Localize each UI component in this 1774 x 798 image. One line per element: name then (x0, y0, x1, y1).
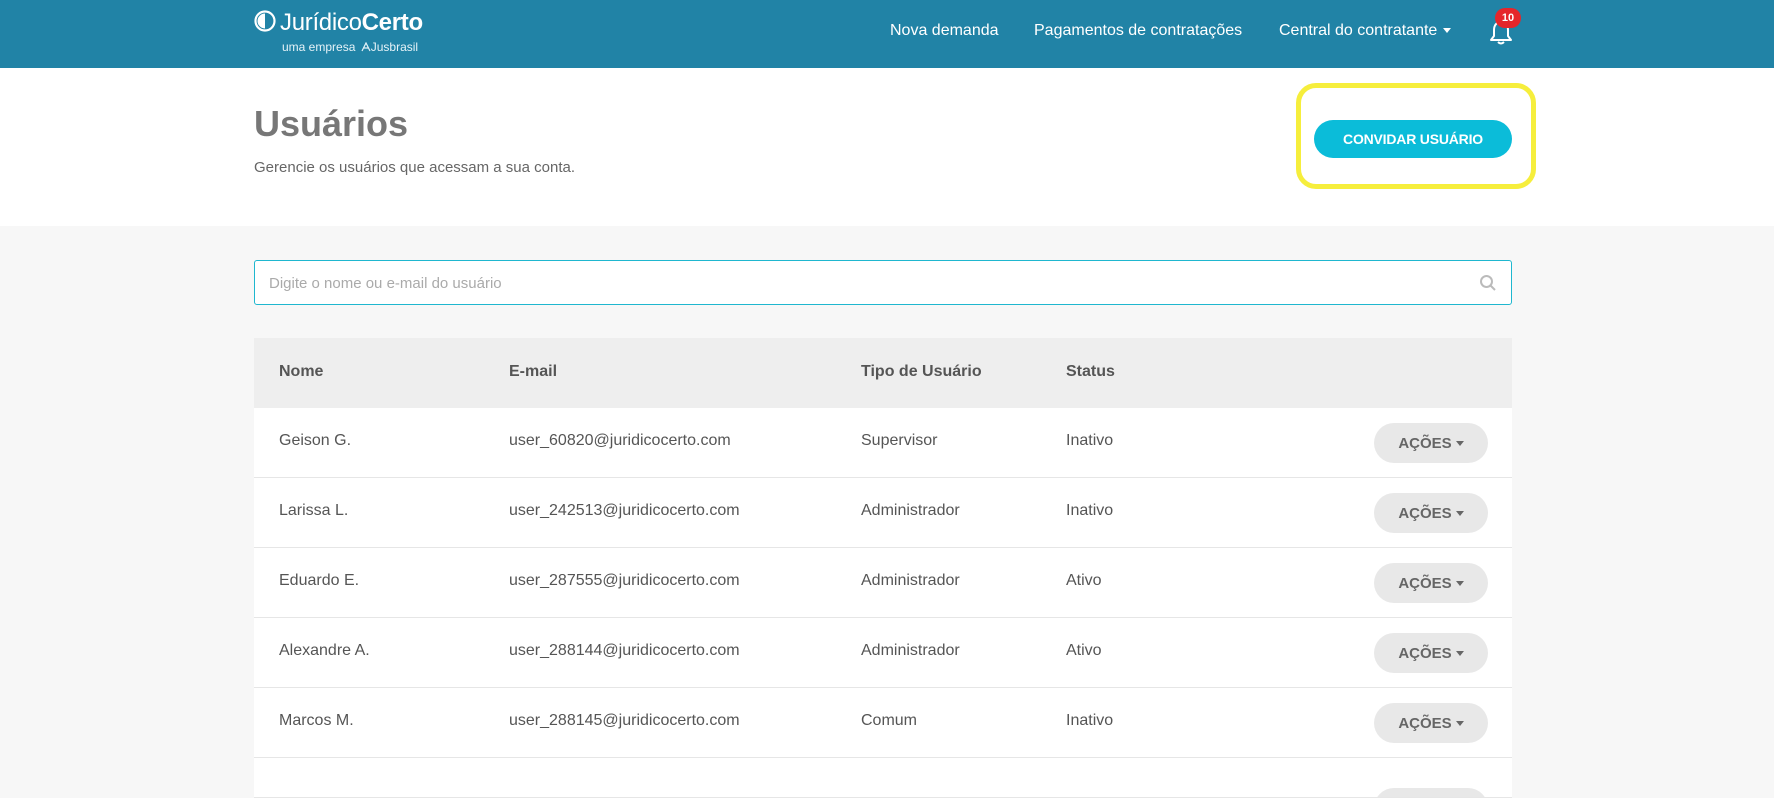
table-row: Larissa L. user_242513@juridicocerto.com… (254, 478, 1512, 548)
cell-tipo: Administrador (861, 502, 960, 519)
cell-status: Ativo (1066, 572, 1102, 589)
acoes-button[interactable]: AÇÕES (1374, 493, 1488, 533)
brand-tagline: uma empresa (282, 40, 356, 54)
table-row: Eduardo E. user_287555@juridicocerto.com… (254, 548, 1512, 618)
acoes-button[interactable]: AÇÕES (1374, 703, 1488, 743)
cell-tipo: Administrador (861, 642, 960, 659)
cell-email: user_288145@juridicocerto.com (509, 712, 740, 729)
caret-down-icon (1455, 581, 1464, 587)
cell-nome: Geison G. (279, 432, 352, 449)
logo-mark-icon (254, 10, 276, 32)
table-row: Geison G. user_60820@juridicocerto.com S… (254, 408, 1512, 478)
caret-down-icon (1443, 28, 1452, 34)
cell-nome: Marcos M. (279, 712, 354, 729)
acoes-label: AÇÕES (1398, 714, 1452, 732)
notification-badge: 10 (1495, 8, 1521, 28)
nav-central-label: Central do contratante (1279, 22, 1438, 39)
brand-parent: Jusbrasil (370, 40, 419, 54)
logo-tagline: uma empresa Jusbrasil (282, 40, 418, 54)
cell-nome: Alexandre A. (279, 642, 370, 659)
nav-pagamentos[interactable]: Pagamentos de contratações (1034, 22, 1242, 40)
cell-nome: Larissa L. (279, 502, 349, 519)
page-header: Usuários Gerencie os usuários que acessa… (0, 68, 1774, 226)
cell-status: Inativo (1066, 502, 1114, 519)
brand-name-light: Jurídico (280, 9, 362, 36)
logo-text: JurídicoCerto (280, 9, 423, 37)
caret-down-icon (1455, 441, 1464, 447)
table-row (254, 758, 1512, 798)
column-header-tipo[interactable]: Tipo de Usuário (861, 363, 982, 381)
column-header-nome[interactable]: Nome (279, 363, 323, 381)
caret-down-icon (1455, 511, 1464, 517)
page-title: Usuários (254, 103, 409, 144)
acoes-button[interactable] (1374, 788, 1488, 797)
acoes-label: AÇÕES (1398, 434, 1452, 452)
cell-status: Inativo (1066, 712, 1114, 729)
table-header: Nome E-mail Tipo de Usuário Status (254, 338, 1512, 408)
search-icon[interactable] (1479, 274, 1497, 292)
acoes-label: AÇÕES (1398, 574, 1452, 592)
users-table: Nome E-mail Tipo de Usuário Status Geiso… (254, 338, 1512, 798)
top-navigation-bar: JurídicoCerto uma empresa Jusbrasil Nova… (0, 0, 1774, 68)
cell-tipo: Supervisor (861, 432, 938, 449)
jusbrasil-icon (361, 41, 371, 52)
cell-status: Ativo (1066, 642, 1102, 659)
acoes-button[interactable]: AÇÕES (1374, 563, 1488, 603)
cell-tipo: Administrador (861, 572, 960, 589)
acoes-label: AÇÕES (1398, 504, 1452, 522)
nav-nova-demanda[interactable]: Nova demanda (890, 22, 999, 40)
cell-email: user_287555@juridicocerto.com (509, 572, 740, 589)
acoes-label: AÇÕES (1398, 644, 1452, 662)
column-header-status[interactable]: Status (1066, 363, 1115, 381)
cell-tipo: Comum (861, 712, 918, 729)
table-row: Marcos M. user_288145@juridicocerto.com … (254, 688, 1512, 758)
brand-name-bold: Certo (361, 9, 423, 36)
caret-down-icon (1455, 651, 1464, 657)
caret-down-icon (1455, 721, 1464, 727)
cell-status: Inativo (1066, 432, 1114, 449)
table-row: Alexandre A. user_288144@juridicocerto.c… (254, 618, 1512, 688)
cell-email: user_60820@juridicocerto.com (509, 432, 731, 449)
nav-central-dropdown[interactable]: Central do contratante (1279, 22, 1452, 40)
cell-nome: Eduardo E. (279, 572, 360, 589)
page-subtitle: Gerencie os usuários que acessam a sua c… (254, 159, 576, 176)
column-header-email[interactable]: E-mail (509, 363, 557, 381)
acoes-button[interactable]: AÇÕES (1374, 633, 1488, 673)
invite-user-button[interactable]: CONVIDAR USUÁRIO (1314, 120, 1512, 158)
cell-email: user_242513@juridicocerto.com (509, 502, 740, 519)
cell-email: user_288144@juridicocerto.com (509, 642, 740, 659)
acoes-button[interactable]: AÇÕES (1374, 423, 1488, 463)
search-input[interactable] (267, 261, 1471, 305)
search-box (254, 260, 1512, 305)
